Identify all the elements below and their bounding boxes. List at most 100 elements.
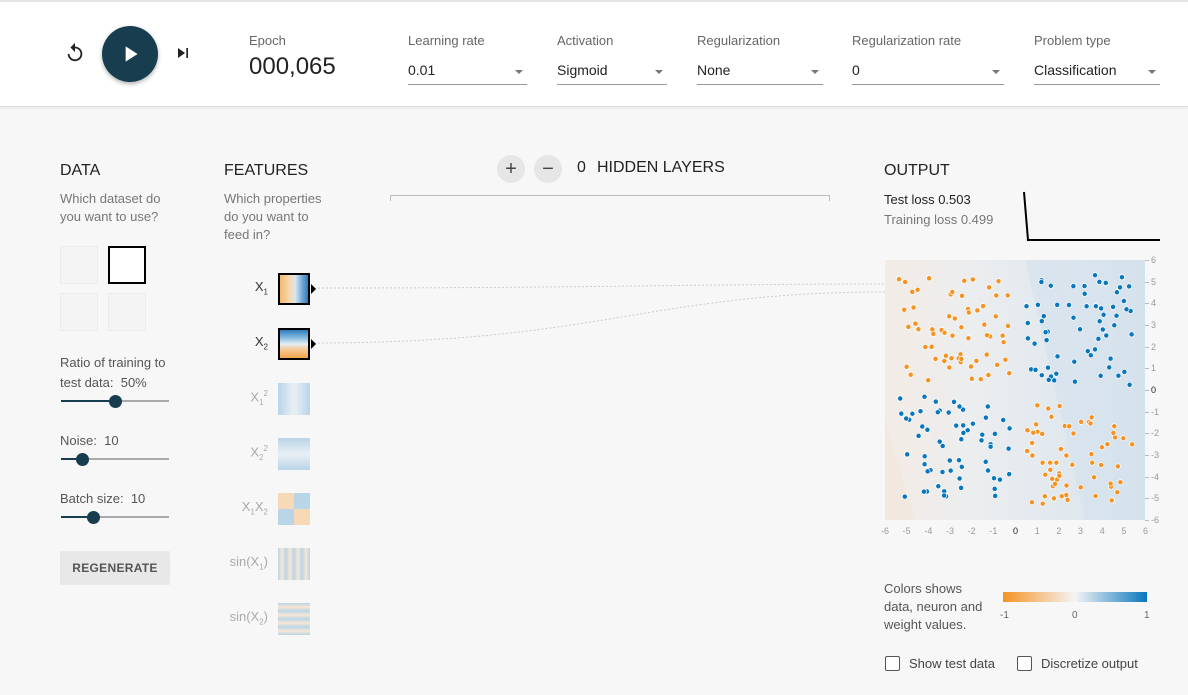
colorbar xyxy=(1003,592,1147,602)
data-point xyxy=(1107,480,1114,487)
data-point xyxy=(958,356,965,362)
data-point xyxy=(977,376,984,383)
feature-x1-toggle[interactable] xyxy=(278,273,310,305)
feature-sin-x1-toggle[interactable] xyxy=(278,548,310,580)
data-point xyxy=(1098,462,1105,468)
data-point xyxy=(915,432,922,439)
data-point xyxy=(994,361,1001,368)
data-point xyxy=(896,276,902,283)
data-point xyxy=(941,329,948,336)
data-point xyxy=(1029,440,1036,446)
data-point xyxy=(1120,298,1127,304)
y-tick-label: 4 xyxy=(1151,298,1157,309)
data-point xyxy=(1123,306,1130,313)
data-point xyxy=(1053,370,1060,377)
training-loss-label: Training loss xyxy=(884,212,958,227)
data-point xyxy=(1028,499,1035,506)
data-point xyxy=(1111,322,1118,329)
x-tick-label: -4 xyxy=(924,526,933,536)
test-loss-label: Test loss xyxy=(884,192,935,207)
checkbox-icon xyxy=(885,656,900,671)
y-tick-mark xyxy=(1145,390,1149,392)
feature-sin-x2-label: sin(X2) xyxy=(229,609,268,627)
data-point xyxy=(993,292,1000,299)
data-point xyxy=(898,410,905,417)
training-loss-value: 0.499 xyxy=(960,212,994,227)
data-point xyxy=(986,284,993,291)
data-point xyxy=(921,461,928,468)
data-point xyxy=(1098,305,1105,312)
feature-sin-x2-toggle[interactable] xyxy=(278,603,310,635)
data-point xyxy=(987,443,994,450)
add-layer-button[interactable]: + xyxy=(497,155,525,183)
data-point xyxy=(1056,403,1063,409)
data-point xyxy=(979,431,986,438)
data-point xyxy=(1064,496,1071,503)
y-tick-label: -4 xyxy=(1151,471,1160,482)
y-tick-label: -3 xyxy=(1151,450,1160,461)
data-point xyxy=(917,408,924,415)
data-point xyxy=(924,426,931,433)
data-point xyxy=(960,422,967,429)
feature-x2-toggle[interactable] xyxy=(278,328,310,360)
remove-layer-button[interactable]: − xyxy=(534,155,562,183)
data-point xyxy=(949,332,956,339)
y-tick-mark xyxy=(1145,346,1149,348)
data-point xyxy=(982,414,989,421)
data-point xyxy=(958,463,965,470)
data-point xyxy=(1042,471,1049,478)
data-point xyxy=(901,493,908,500)
data-point xyxy=(1034,402,1041,409)
hidden-layers-bracket xyxy=(390,195,830,201)
heatmap-x-axis: -6 -5 -4 -3 -2 -1 0 1 2 3 4 5 6 xyxy=(878,522,1158,542)
y-tick-label: 5 xyxy=(1151,276,1157,287)
feature-x1-squared-label: X12 xyxy=(250,389,268,407)
feature-x1-label: X1 xyxy=(254,279,268,297)
feature-x1x2-toggle[interactable] xyxy=(278,493,310,525)
feature-x1-squared-toggle[interactable] xyxy=(278,383,310,415)
data-point xyxy=(1054,353,1061,360)
data-point xyxy=(973,357,980,364)
x-tick-label: 0 xyxy=(1013,526,1019,536)
data-point xyxy=(901,306,908,313)
colorbar-tick-mid: 0 xyxy=(1072,610,1078,621)
data-point xyxy=(1043,337,1050,344)
data-point xyxy=(942,352,949,359)
data-point xyxy=(905,323,912,330)
hidden-layers-count: 0 xyxy=(577,159,586,176)
feature-x2-squared-toggle[interactable] xyxy=(278,438,310,470)
data-point xyxy=(914,286,921,293)
data-point xyxy=(920,488,927,495)
data-point xyxy=(953,422,960,429)
show-test-data-checkbox[interactable]: Show test data xyxy=(885,656,995,671)
data-point xyxy=(983,351,990,358)
data-point xyxy=(1005,322,1011,329)
data-point xyxy=(1081,283,1088,289)
data-point xyxy=(936,438,943,445)
test-loss-value: 0.503 xyxy=(938,192,971,207)
data-point xyxy=(946,457,953,464)
data-point xyxy=(1053,459,1060,466)
color-legend-text: Colors shows data, neuron and weight val… xyxy=(884,581,983,632)
data-point xyxy=(1110,429,1117,436)
data-point xyxy=(1038,279,1045,285)
data-point xyxy=(1081,290,1088,297)
data-point xyxy=(981,321,988,328)
feature-x2-label: X2 xyxy=(254,334,268,352)
data-point xyxy=(907,371,914,378)
data-point xyxy=(1087,420,1094,427)
y-tick-mark xyxy=(1145,476,1149,478)
data-point xyxy=(1034,301,1041,308)
data-point xyxy=(1129,441,1136,448)
data-point xyxy=(1058,493,1065,500)
data-point xyxy=(1092,272,1098,279)
y-tick-label: 3 xyxy=(1151,320,1157,330)
data-point xyxy=(1031,340,1038,347)
data-point xyxy=(925,377,932,384)
data-point xyxy=(939,469,946,475)
data-point xyxy=(1071,378,1078,385)
data-point xyxy=(930,330,937,337)
data-point xyxy=(1040,313,1047,320)
discretize-output-checkbox[interactable]: Discretize output xyxy=(1017,656,1138,671)
y-tick-label: 1 xyxy=(1151,363,1157,374)
